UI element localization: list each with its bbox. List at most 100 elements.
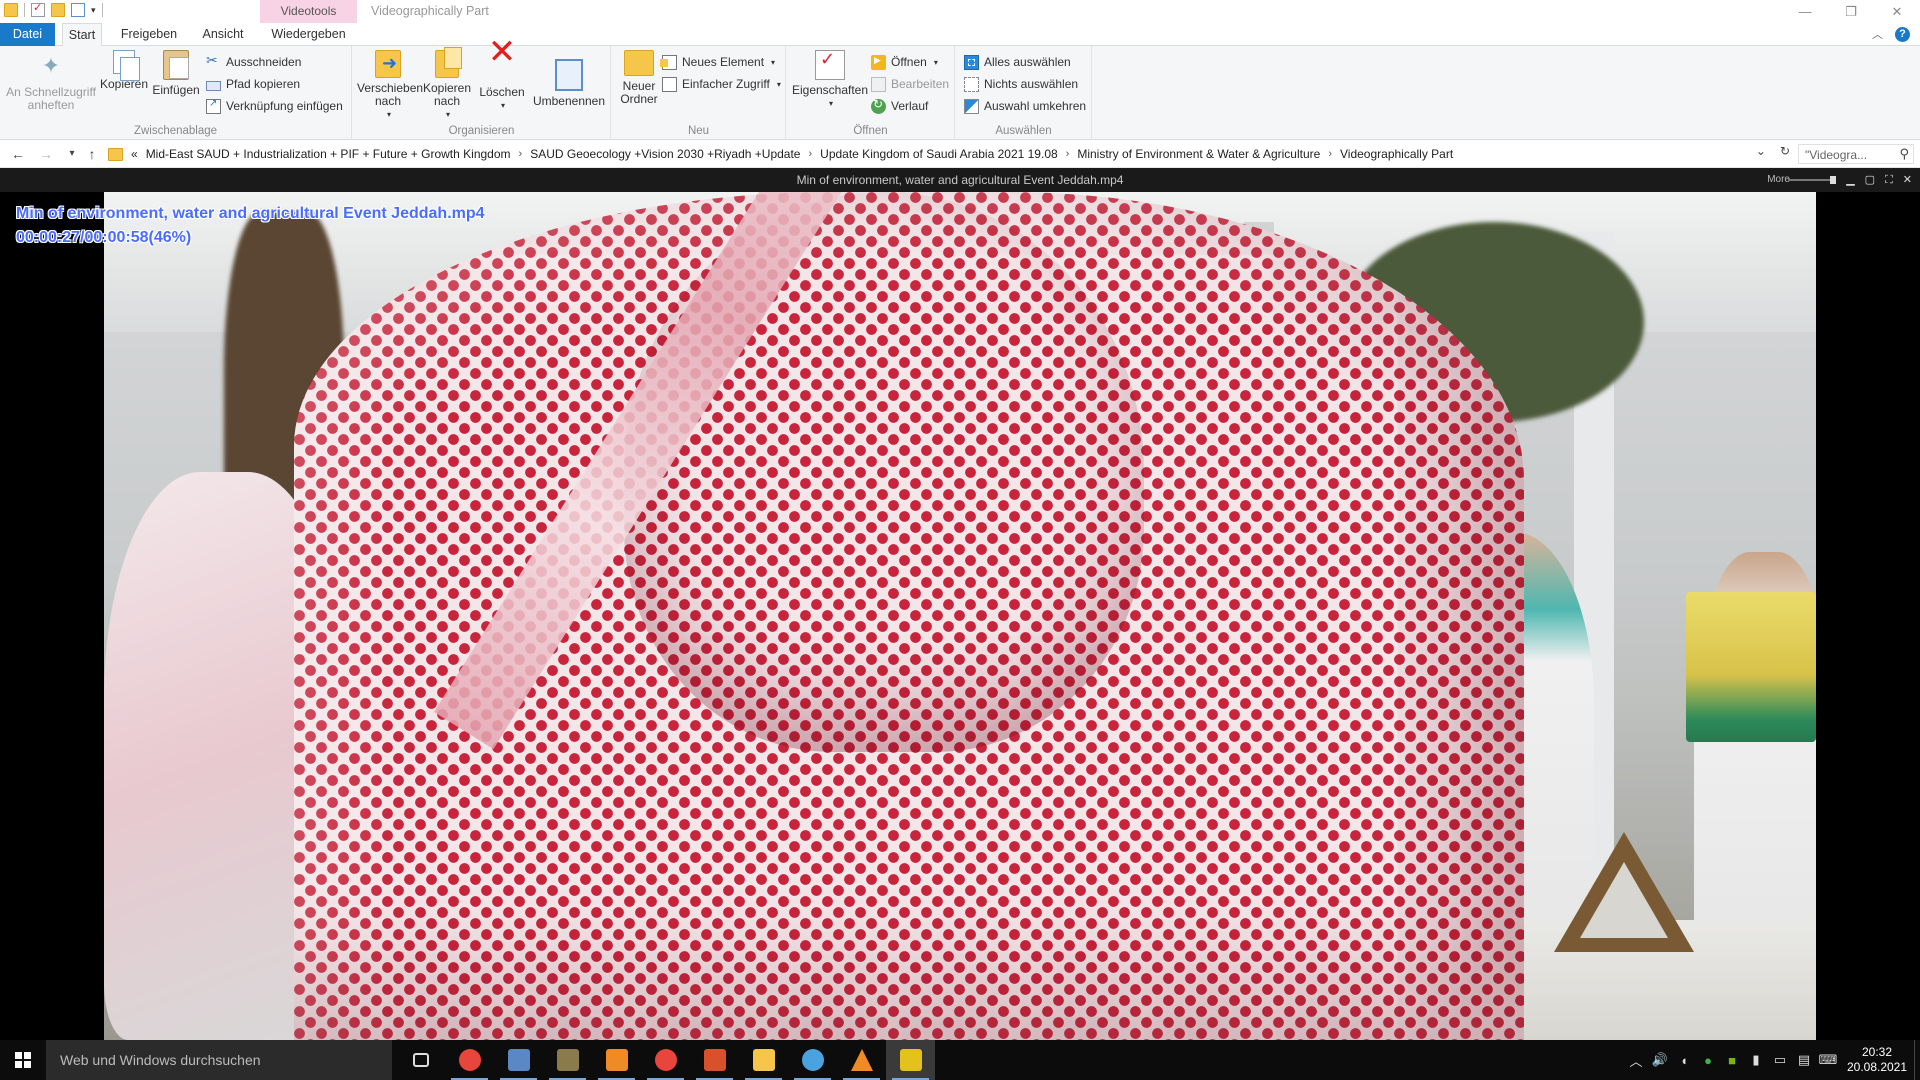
- breadcrumb-item[interactable]: Videographically Part: [1340, 147, 1453, 161]
- show-hidden-icons-icon[interactable]: ︿: [1624, 1051, 1648, 1070]
- tab-view[interactable]: Ansicht: [196, 23, 250, 46]
- notifications-icon[interactable]: ▤: [1792, 1052, 1816, 1068]
- back-button[interactable]: ←: [8, 144, 28, 164]
- cut-button[interactable]: Ausschneiden: [206, 52, 301, 72]
- taskbar-app-button[interactable]: [886, 1040, 935, 1080]
- pin-quick-access-button[interactable]: ✦ An Schnellzugriff anheften: [6, 50, 96, 112]
- nvidia-icon[interactable]: ■: [1720, 1053, 1744, 1068]
- paste-button[interactable]: Einfügen: [150, 50, 202, 97]
- player-minimize-icon[interactable]: ▁: [1846, 168, 1854, 192]
- delete-button[interactable]: Löschen ▾: [477, 46, 527, 112]
- taskbar-app-button[interactable]: [739, 1040, 788, 1080]
- start-button[interactable]: [0, 1040, 46, 1080]
- invert-selection-button[interactable]: Auswahl umkehren: [964, 96, 1086, 116]
- history-icon: [871, 97, 886, 114]
- collapse-ribbon-icon[interactable]: ︿: [1872, 26, 1883, 42]
- ribbon-tabs: Datei Start Freigeben Ansicht Wiedergebe…: [0, 23, 1920, 47]
- taskbar-app-button[interactable]: [788, 1040, 837, 1080]
- new-item-icon: [660, 54, 677, 70]
- security-icon[interactable]: ●: [1696, 1053, 1720, 1068]
- tab-start[interactable]: Start: [62, 23, 102, 47]
- minimize-button[interactable]: —: [1782, 0, 1828, 23]
- player-restore-icon[interactable]: ▢: [1865, 168, 1875, 192]
- chevron-right-icon[interactable]: ›: [1328, 148, 1332, 160]
- rename-icon[interactable]: [71, 3, 85, 17]
- paste-shortcut-button[interactable]: Verknüpfung einfügen: [206, 96, 343, 116]
- taskbar-app-button[interactable]: [690, 1040, 739, 1080]
- breadcrumb-overflow[interactable]: «: [131, 147, 138, 161]
- show-desktop-button[interactable]: [1914, 1040, 1920, 1080]
- open-icon: [871, 54, 886, 70]
- address-dropdown-icon[interactable]: ⌄: [1756, 144, 1766, 158]
- rename-button[interactable]: Umbenennen: [529, 50, 609, 108]
- up-button[interactable]: ↑: [82, 144, 102, 164]
- taskbar-search-input[interactable]: Web und Windows durchsuchen: [46, 1040, 392, 1080]
- new-item-dropdown-icon: ▾: [771, 57, 776, 67]
- group-label-clipboard: Zwischenablage: [133, 125, 218, 137]
- history-label: Verlauf: [891, 99, 929, 113]
- taskbar: Web und Windows durchsuchen ︿ 🔊 ◖ ● ■ ▮ …: [0, 1040, 1920, 1080]
- maximize-button[interactable]: ❐: [1828, 0, 1874, 23]
- video-frame[interactable]: [104, 192, 1816, 1040]
- copy-button[interactable]: Kopieren: [98, 50, 150, 91]
- chevron-right-icon[interactable]: ›: [808, 148, 812, 160]
- breadcrumb-item[interactable]: Update Kingdom of Saudi Arabia 2021 19.0…: [820, 147, 1058, 161]
- select-all-button[interactable]: Alles auswählen: [964, 52, 1071, 72]
- select-none-button[interactable]: Nichts auswählen: [964, 74, 1078, 94]
- qat-dropdown-icon[interactable]: ▾: [91, 5, 96, 16]
- help-icon[interactable]: ?: [1895, 26, 1910, 42]
- invert-selection-label: Auswahl umkehren: [984, 99, 1087, 113]
- taskbar-apps: [396, 1040, 935, 1080]
- properties-icon[interactable]: [31, 1, 45, 17]
- address-controls: ⌄ ↻: [1756, 144, 1790, 158]
- taskbar-app-button[interactable]: [445, 1040, 494, 1080]
- volume-slider[interactable]: [1788, 176, 1837, 184]
- tab-share[interactable]: Freigeben: [112, 23, 186, 46]
- new-folder-icon[interactable]: [51, 3, 65, 17]
- search-input[interactable]: "Videogra... ⚲: [1798, 144, 1914, 164]
- chevron-right-icon[interactable]: ›: [1066, 148, 1070, 160]
- clock[interactable]: 20:32 20.08.2021: [1840, 1045, 1914, 1075]
- player-fullscreen-icon[interactable]: ⛶: [1885, 168, 1893, 192]
- taskbar-app-button[interactable]: [396, 1040, 445, 1080]
- rename-label: Umbenennen: [532, 94, 606, 108]
- open-button[interactable]: Öffnen ▾: [871, 52, 938, 72]
- new-item-button[interactable]: Neues Element ▾: [660, 52, 776, 72]
- taskbar-app-button[interactable]: [641, 1040, 690, 1080]
- more-button[interactable]: More: [1767, 168, 1790, 192]
- player-close-icon[interactable]: ✕: [1903, 168, 1912, 192]
- copy-path-button[interactable]: Pfad kopieren: [206, 74, 300, 94]
- clock-time: 20:32: [1861, 1045, 1893, 1059]
- forward-button[interactable]: →: [36, 144, 56, 164]
- audio-device-icon[interactable]: ◖: [1672, 1053, 1696, 1068]
- breadcrumb-item[interactable]: Ministry of Environment & Water & Agricu…: [1077, 147, 1320, 161]
- tab-file[interactable]: Datei: [0, 23, 55, 46]
- breadcrumb-item[interactable]: SAUD Geoecology +Vision 2030 +Riyadh +Up…: [530, 147, 800, 161]
- recent-locations-icon[interactable]: ▾: [62, 144, 82, 164]
- network-icon[interactable]: ▭: [1768, 1052, 1792, 1068]
- chevron-right-icon[interactable]: ›: [519, 148, 523, 160]
- group-label-organize: Organisieren: [448, 125, 515, 137]
- properties-button[interactable]: Eigenschaften ▾: [789, 50, 871, 110]
- easy-access-button[interactable]: Einfacher Zugriff ▾: [662, 74, 781, 94]
- select-none-label: Nichts auswählen: [984, 77, 1079, 91]
- new-folder-button[interactable]: Neuer Ordner: [616, 50, 662, 106]
- group-new: Neuer Ordner Neues Element ▾ Einfacher Z…: [612, 46, 786, 140]
- edit-button[interactable]: Bearbeiten: [871, 74, 949, 94]
- close-button[interactable]: ✕: [1874, 0, 1920, 23]
- volume-icon[interactable]: 🔊: [1648, 1052, 1672, 1068]
- signal-icon[interactable]: ▮: [1744, 1052, 1768, 1068]
- history-button[interactable]: Verlauf: [871, 96, 928, 116]
- refresh-icon[interactable]: ↻: [1780, 144, 1790, 158]
- taskbar-app-button[interactable]: [837, 1040, 886, 1080]
- taskbar-app-button[interactable]: [543, 1040, 592, 1080]
- breadcrumb-item[interactable]: Mid-East SAUD + Industrialization + PIF …: [146, 147, 511, 161]
- taskbar-app-button[interactable]: [592, 1040, 641, 1080]
- group-clipboard: ✦ An Schnellzugriff anheften Kopieren Ei…: [0, 46, 352, 140]
- keyboard-icon[interactable]: ⌨: [1816, 1052, 1840, 1068]
- taskbar-app-button[interactable]: [494, 1040, 543, 1080]
- video-osd: Min of environment, water and agricultur…: [16, 202, 485, 250]
- move-to-button[interactable]: Verschieben nach ▾: [357, 50, 423, 121]
- copy-to-button[interactable]: Kopieren nach ▾: [419, 47, 475, 121]
- tab-play[interactable]: Wiedergeben: [262, 23, 355, 46]
